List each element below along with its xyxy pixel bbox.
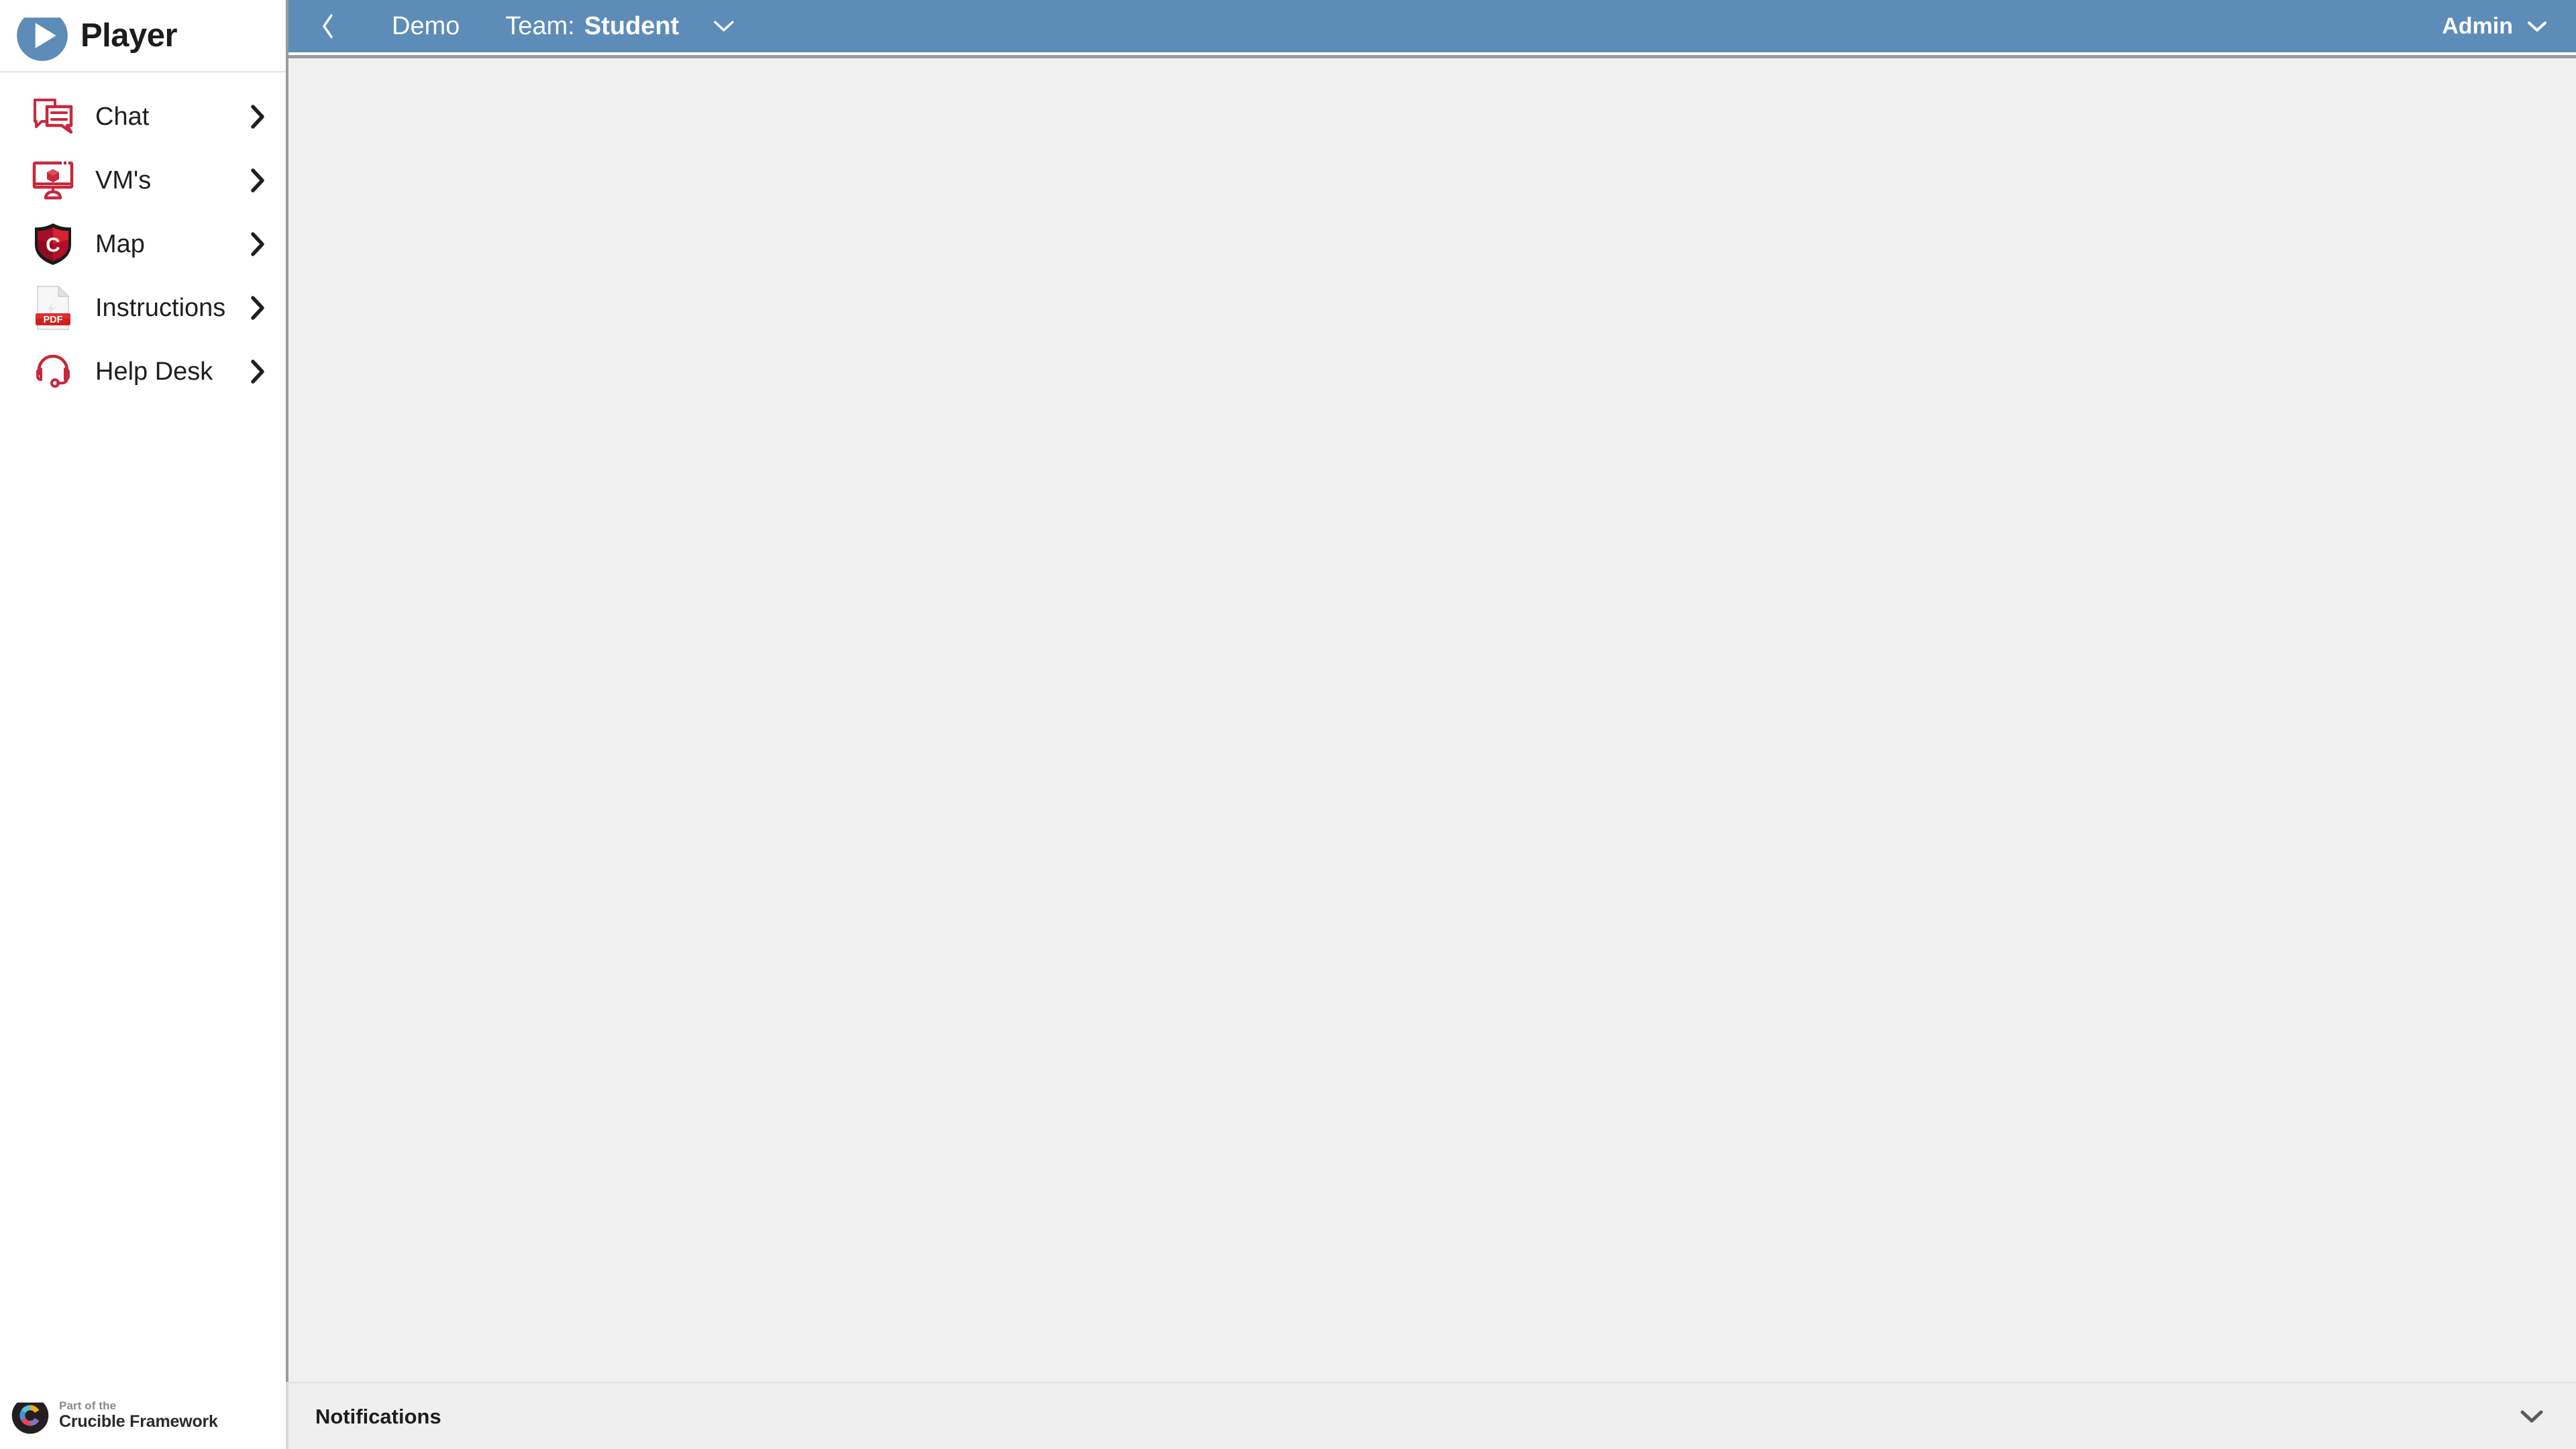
main-area: Demo Team: Student Admin Notifications bbox=[286, 0, 2576, 1449]
sidebar-item-help-desk[interactable]: Help Desk bbox=[0, 339, 286, 403]
crucible-droplet-c-logo-icon bbox=[11, 1402, 49, 1434]
sidebar-item-label: Map bbox=[95, 229, 145, 258]
chevron-left-icon[interactable] bbox=[310, 8, 346, 44]
crucible-framework-badge[interactable]: Part of the Crucible Framework bbox=[0, 1382, 286, 1449]
chat-bubbles-icon bbox=[31, 95, 75, 139]
headset-icon bbox=[31, 350, 75, 394]
crucible-framework-name: Crucible Framework bbox=[59, 1411, 218, 1431]
pdf-document-icon: PDF bbox=[31, 284, 75, 330]
sidebar-item-map[interactable]: C Map bbox=[0, 212, 286, 276]
sidebar-item-chat[interactable]: Chat bbox=[0, 85, 286, 148]
sidebar-item-vms[interactable]: VM's bbox=[0, 148, 286, 212]
chevron-down-icon[interactable] bbox=[712, 19, 735, 34]
chevron-right-icon[interactable] bbox=[246, 295, 272, 321]
monitor-vm-icon bbox=[31, 158, 75, 203]
sidebar-main-divider-lower bbox=[286, 1382, 288, 1449]
sidebar-item-label: Instructions bbox=[95, 293, 226, 322]
sidebar-item-instructions[interactable]: PDF Instructions bbox=[0, 276, 286, 339]
chevron-right-icon[interactable] bbox=[246, 359, 272, 384]
svg-text:C: C bbox=[46, 234, 60, 256]
team-label: Team: bbox=[505, 12, 575, 40]
chevron-right-icon[interactable] bbox=[246, 104, 272, 129]
player-droplet-play-logo-icon bbox=[17, 17, 68, 61]
sidebar-main-divider bbox=[286, 0, 288, 1382]
team-name: Student bbox=[584, 12, 680, 40]
chevron-down-icon[interactable] bbox=[2526, 19, 2548, 34]
user-menu[interactable]: Admin bbox=[2442, 15, 2548, 38]
chevron-down-icon[interactable] bbox=[2512, 1396, 2552, 1436]
chevron-right-icon[interactable] bbox=[246, 231, 272, 257]
content-panel bbox=[286, 58, 2576, 1382]
user-name: Admin bbox=[2442, 13, 2513, 39]
chevron-right-icon[interactable] bbox=[246, 168, 272, 193]
sidebar-item-label: Help Desk bbox=[95, 357, 213, 386]
team-selector[interactable]: Team: Student bbox=[505, 13, 735, 39]
sidebar-item-label: VM's bbox=[95, 166, 152, 195]
sidebar-item-label: Chat bbox=[95, 102, 150, 131]
svg-text:PDF: PDF bbox=[44, 315, 63, 325]
exercise-name: Demo bbox=[392, 12, 460, 40]
sidebar-nav: Chat VM's C Map PDF Instructions Help De… bbox=[0, 72, 286, 1382]
crucible-text: Part of the Crucible Framework bbox=[59, 1399, 218, 1431]
player-app-window: Player Chat VM's C Map PDF Instructions … bbox=[0, 0, 2576, 1449]
sidebar: Player Chat VM's C Map PDF Instructions … bbox=[0, 0, 286, 1449]
app-brand[interactable]: Player bbox=[0, 0, 286, 72]
notifications-bar[interactable]: Notifications bbox=[286, 1382, 2576, 1449]
crucible-part-of-the-label: Part of the bbox=[59, 1399, 117, 1413]
shield-c-icon: C bbox=[31, 222, 75, 266]
notifications-title: Notifications bbox=[315, 1404, 441, 1428]
app-title: Player bbox=[80, 17, 178, 54]
top-bar: Demo Team: Student Admin bbox=[286, 0, 2576, 52]
